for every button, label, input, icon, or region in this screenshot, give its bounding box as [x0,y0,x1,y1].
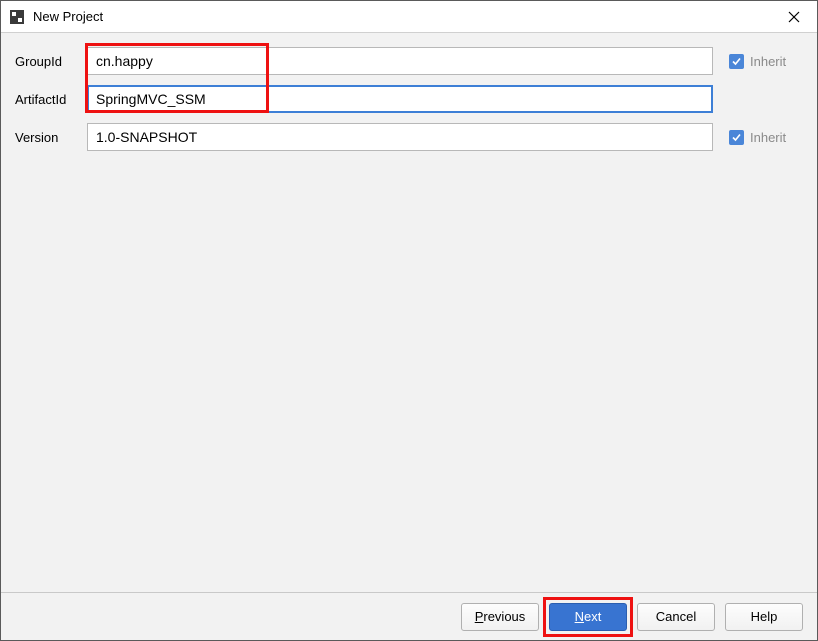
cancel-button[interactable]: Cancel [637,603,715,631]
artifactid-input[interactable] [87,85,713,113]
next-button-rest: ext [584,609,601,624]
artifactid-row: ArtifactId [15,85,803,113]
version-label: Version [15,130,87,145]
new-project-dialog: New Project GroupId Inherit ArtifactId [0,0,818,641]
dialog-content: GroupId Inherit ArtifactId Version Inher… [1,33,817,592]
close-button[interactable] [771,1,817,33]
groupid-inherit-cell: Inherit [713,54,803,69]
groupid-row: GroupId Inherit [15,47,803,75]
dialog-footer: Previous Next Cancel Help [1,592,817,640]
titlebar: New Project [1,1,817,33]
groupid-label: GroupId [15,54,87,69]
help-button[interactable]: Help [725,603,803,631]
window-title: New Project [33,9,771,24]
previous-button-rest: revious [483,609,525,624]
app-icon [9,9,25,25]
version-inherit-cell: Inherit [713,130,803,145]
version-inherit-label: Inherit [750,130,786,145]
version-input[interactable] [87,123,713,151]
version-inherit-checkbox[interactable] [729,130,744,145]
version-row: Version Inherit [15,123,803,151]
previous-button[interactable]: Previous [461,603,539,631]
artifactid-label: ArtifactId [15,92,87,107]
next-button[interactable]: Next [549,603,627,631]
groupid-inherit-checkbox[interactable] [729,54,744,69]
groupid-inherit-label: Inherit [750,54,786,69]
groupid-input[interactable] [87,47,713,75]
